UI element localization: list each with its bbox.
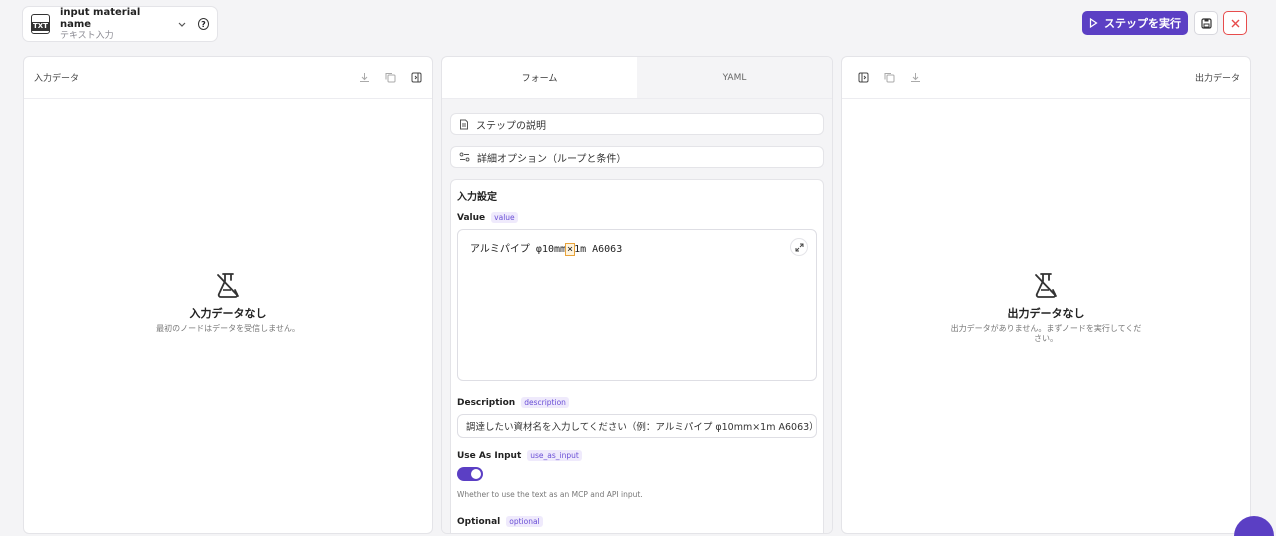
tab-form[interactable]: フォーム bbox=[442, 57, 637, 98]
close-icon bbox=[1231, 19, 1239, 27]
document-icon bbox=[460, 119, 468, 129]
expand-panel-icon[interactable] bbox=[858, 72, 869, 83]
download-icon[interactable] bbox=[910, 72, 921, 83]
tab-yaml[interactable]: YAML bbox=[637, 57, 832, 98]
collapse-panel-icon[interactable] bbox=[411, 72, 422, 83]
node-type: テキスト入力 bbox=[59, 30, 114, 41]
value-textarea[interactable]: アルミパイプ φ10mm×1m A6063 bbox=[457, 229, 817, 381]
description-label: Description bbox=[457, 397, 516, 408]
input-empty-subtitle: 最初のノードはデータを受信しません。 bbox=[156, 324, 300, 333]
form-panel: フォーム YAML ステップの説明 詳細オプション（ループと条件） 入力設定 V… bbox=[441, 56, 833, 534]
optional-label: Optional bbox=[457, 516, 501, 527]
node-name: input material name bbox=[59, 6, 141, 30]
download-icon[interactable] bbox=[359, 72, 370, 83]
output-data-panel: 出力データ 出力データなし 出力データがありません。まずノードを実行してくだ さ… bbox=[841, 56, 1251, 534]
run-step-button[interactable]: ステップを実行 bbox=[1082, 11, 1188, 35]
icon-badge: TXT bbox=[32, 22, 49, 31]
output-empty-title: 出力データなし bbox=[1007, 307, 1085, 320]
options-icon bbox=[459, 152, 470, 162]
output-empty-subtitle-line2: さい。 bbox=[1034, 334, 1058, 343]
description-key-chip: description bbox=[521, 397, 569, 408]
close-button[interactable] bbox=[1223, 11, 1247, 35]
input-empty-state: 入力データなし 最初のノードはデータを受信しません。 bbox=[24, 271, 432, 334]
use-as-input-toggle[interactable] bbox=[457, 467, 483, 481]
form-body: ステップの説明 詳細オプション（ループと条件） 入力設定 Value value… bbox=[442, 99, 832, 533]
advanced-options-toggle[interactable]: 詳細オプション（ループと条件） bbox=[450, 146, 824, 168]
value-key-chip: value bbox=[491, 212, 518, 223]
value-label: Value bbox=[457, 212, 486, 223]
input-settings-card: 入力設定 Value value アルミパイプ φ10mm×1m A6063 D… bbox=[450, 179, 824, 533]
output-empty-state: 出力データなし 出力データがありません。まずノードを実行してくだ さい。 bbox=[842, 271, 1250, 344]
input-panel-header: 入力データ bbox=[24, 57, 432, 99]
output-empty-subtitle-line1: 出力データがありません。まずノードを実行してくだ bbox=[950, 324, 1142, 333]
text-file-icon: TXT bbox=[31, 14, 50, 34]
optional-field-label: Optional optional bbox=[457, 516, 817, 527]
value-field-label: Value value bbox=[457, 212, 817, 223]
node-selector[interactable]: TXT input material name テキスト入力 ? bbox=[22, 6, 218, 42]
description-field-label: Description description bbox=[457, 397, 817, 408]
output-panel-header: 出力データ bbox=[842, 57, 1250, 99]
input-data-panel: 入力データ 入力データなし 最初のノードはデータを受信しません。 bbox=[23, 56, 433, 534]
input-settings-title: 入力設定 bbox=[457, 192, 497, 203]
run-step-label: ステップを実行 bbox=[1104, 17, 1181, 30]
step-description-label: ステップの説明 bbox=[476, 120, 546, 132]
flask-off-icon bbox=[1035, 273, 1057, 298]
flask-off-icon bbox=[217, 273, 239, 298]
help-icon[interactable]: ? bbox=[198, 18, 209, 30]
optional-key-chip: optional bbox=[506, 516, 543, 527]
input-empty-title: 入力データなし bbox=[189, 307, 267, 320]
use-as-input-label: Use As Input bbox=[457, 450, 522, 461]
step-description-toggle[interactable]: ステップの説明 bbox=[450, 113, 824, 135]
copy-icon[interactable] bbox=[884, 72, 895, 83]
copy-icon[interactable] bbox=[385, 72, 396, 83]
output-panel-title: 出力データ bbox=[1194, 74, 1240, 84]
chevron-down-icon[interactable] bbox=[177, 19, 186, 29]
use-as-input-key-chip: use_as_input bbox=[527, 450, 582, 461]
value-text-after: 1m A6063 bbox=[574, 244, 623, 255]
save-button[interactable] bbox=[1194, 11, 1218, 35]
use-as-input-hint: Whether to use the text as an MCP and AP… bbox=[457, 490, 643, 499]
play-icon bbox=[1089, 18, 1098, 28]
input-panel-title: 入力データ bbox=[34, 74, 80, 84]
use-as-input-field-label: Use As Input use_as_input bbox=[457, 450, 817, 461]
save-icon bbox=[1200, 17, 1212, 29]
node-info: input material name テキスト入力 bbox=[60, 7, 163, 42]
value-text-before: アルミパイプ φ10mm bbox=[470, 244, 567, 255]
advanced-options-label: 詳細オプション（ループと条件） bbox=[477, 153, 627, 165]
expand-icon[interactable] bbox=[790, 238, 808, 256]
description-input[interactable]: 調達したい資材名を入力してください（例：アルミパイプ φ10mm×1m A606… bbox=[457, 414, 817, 438]
form-tabs: フォーム YAML bbox=[442, 57, 832, 99]
